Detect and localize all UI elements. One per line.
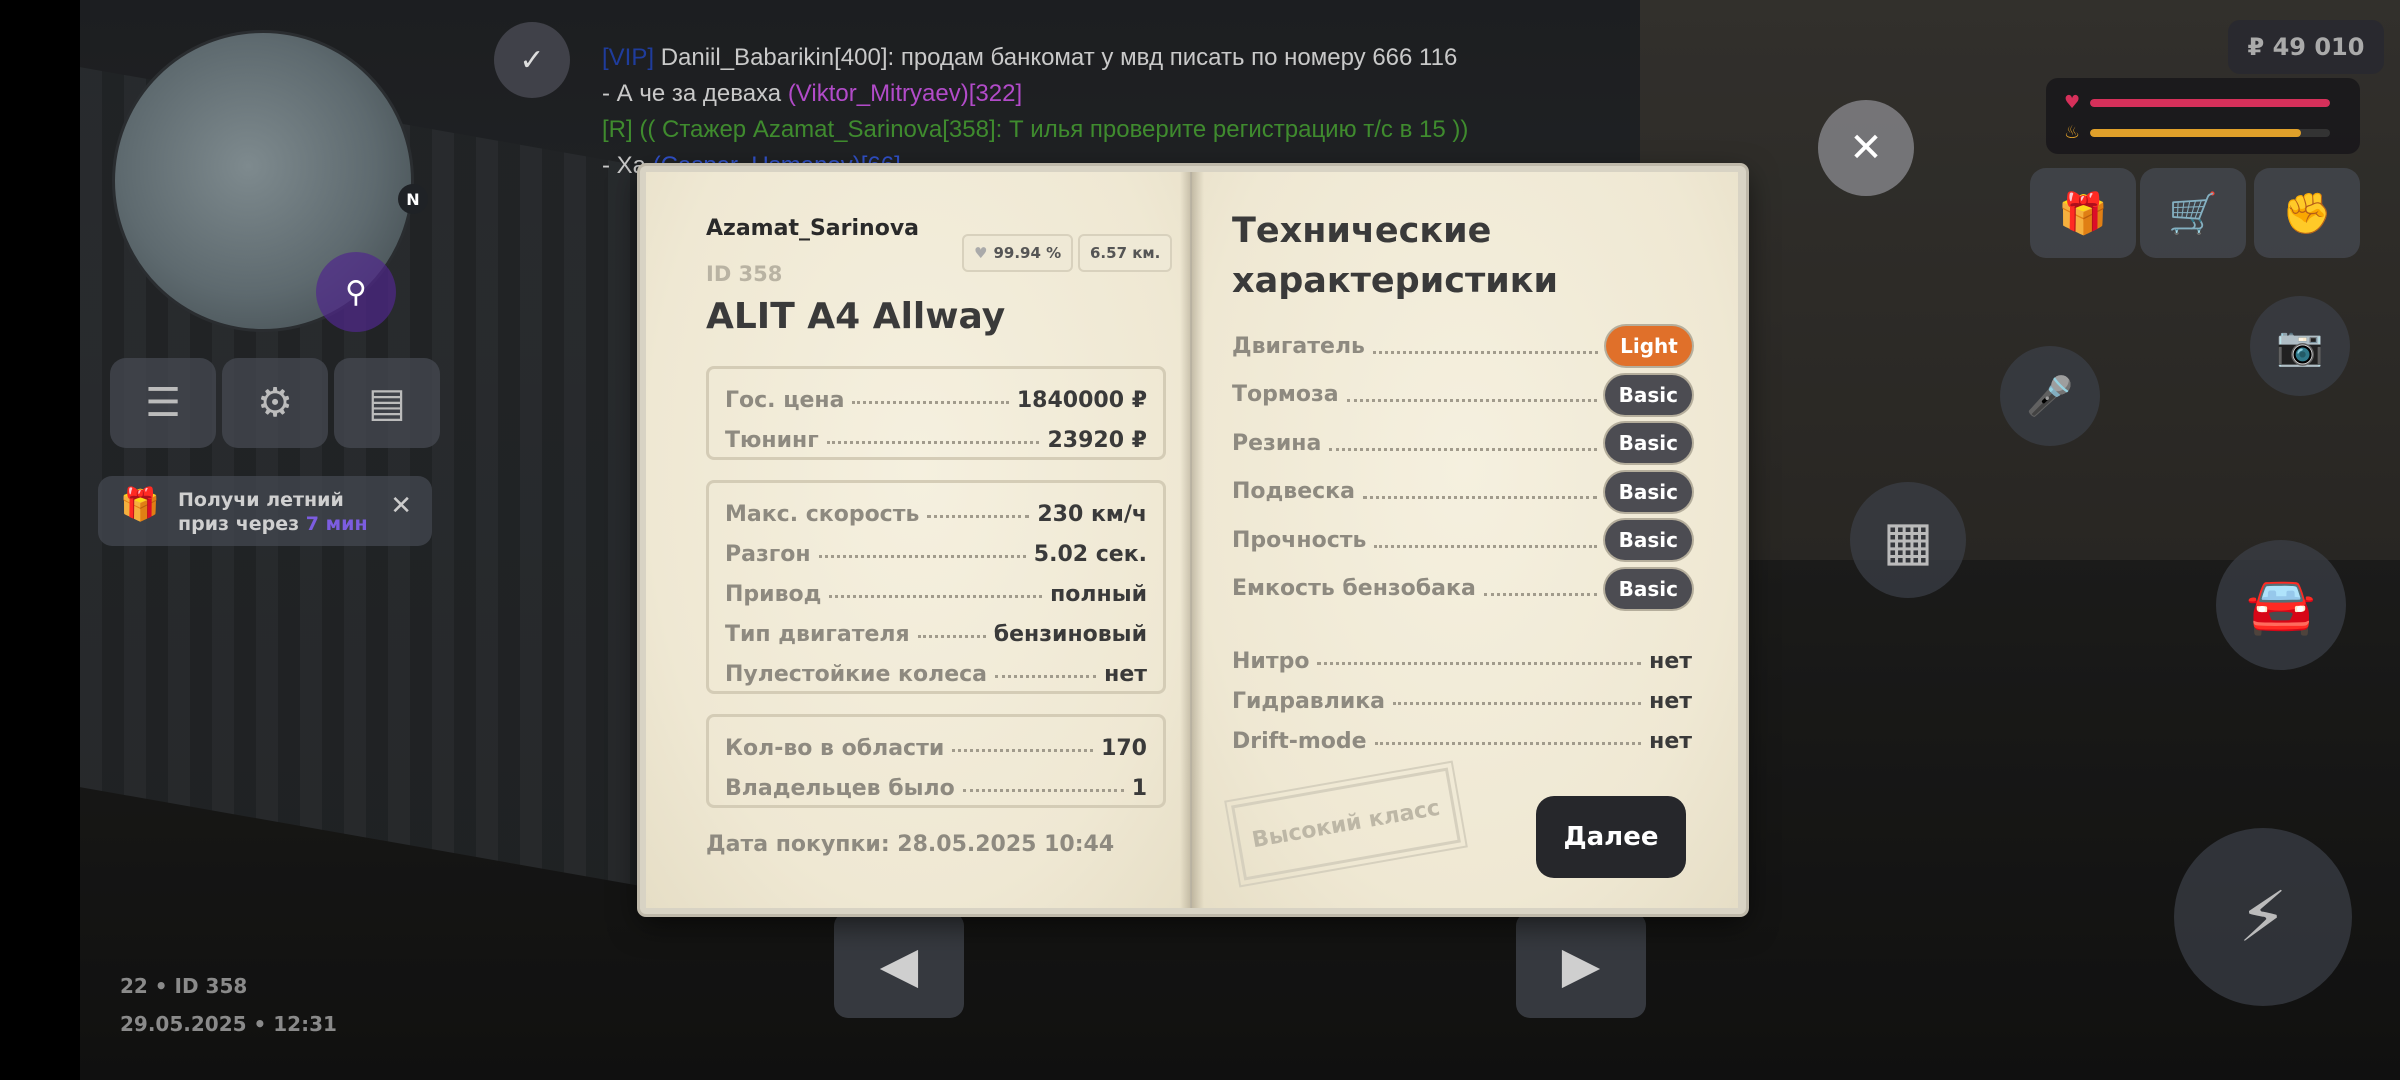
microphone-button[interactable]: 🎤	[2000, 346, 2100, 446]
passport-left-page: Azamat_Sarinova ID 358 ♥ 99.94 % 6.57 км…	[646, 172, 1190, 908]
settings-button[interactable]: ⚙	[222, 358, 328, 448]
engine-icon: ⚡	[2238, 876, 2288, 958]
tier-badge: Basic	[1604, 568, 1692, 609]
next-button[interactable]: Далее	[1536, 796, 1686, 878]
upgrade-list: Двигатель Light Тормоза Basic Резина Basic …	[1232, 322, 1692, 613]
check-icon: ✓	[519, 42, 545, 78]
datetime-label: 29.05.2025 • 12:31	[120, 1012, 337, 1036]
chat-line: [VIP] Daniil_Babarikin[400]: продам банк…	[602, 44, 1458, 71]
car-button[interactable]: 🚘	[2216, 540, 2346, 670]
fist-button[interactable]: ✊	[2254, 168, 2360, 258]
heart-icon: ♥	[974, 244, 988, 262]
owner-id: ID 358	[706, 262, 783, 286]
close-button[interactable]: ✕	[1818, 100, 1914, 196]
apps-button[interactable]: ▦	[1850, 482, 1966, 598]
extras-list: Нитро нет Гидравлика нет Drift-mode нет	[1232, 634, 1692, 754]
turn-right-button[interactable]: ▶	[1516, 912, 1646, 1018]
mileage-chip: 6.57 км.	[1078, 234, 1173, 272]
tier-badge: Basic	[1604, 374, 1692, 415]
gift-icon: 🎁	[2058, 190, 2108, 237]
condition-chip: ♥ 99.94 %	[962, 234, 1074, 272]
tier-badge: Basic	[1604, 423, 1692, 464]
extra-row: Нитро нет	[1232, 649, 1692, 674]
info-row: Владельцев было 1	[725, 776, 1147, 801]
chat-log: [VIP] Daniil_Babarikin[400]: продам банк…	[602, 40, 1602, 184]
tasks-button[interactable]: ▤	[334, 358, 440, 448]
menu-button[interactable]: ☰	[110, 358, 216, 448]
food-icon: ♨	[2064, 122, 2081, 143]
info-row: Макс. скорость 230 км/ч	[725, 502, 1147, 527]
tier-badge: Light	[1606, 326, 1692, 367]
gear-icon: ⚙	[257, 380, 293, 426]
car-icon: 🚘	[2246, 573, 2316, 638]
spec-row: Резина Basic	[1232, 419, 1692, 468]
grid-icon: ▦	[1882, 508, 1934, 572]
fist-icon: ✊	[2282, 190, 2332, 237]
spec-row: Двигатель Light	[1232, 322, 1692, 371]
hunger-bar	[2090, 128, 2302, 137]
camera-icon: 📷	[2276, 323, 2324, 368]
info-row: Тюнинг 23920 ₽	[725, 428, 1147, 453]
extra-row: Drift-mode нет	[1232, 729, 1692, 754]
heart-icon: ♥	[2064, 92, 2081, 113]
player-id-label: 22 • ID 358	[120, 974, 248, 998]
money-display: ₽ 49 010	[2228, 20, 2384, 74]
microphone-icon: 🎤	[2026, 373, 2074, 418]
info-row: Кол-во в области 170	[725, 736, 1147, 761]
shop-button[interactable]: 🛒	[2140, 168, 2246, 258]
ownership-box: Кол-во в области 170 Владельцев было 1	[706, 714, 1166, 808]
performance-box: Макс. скорость 230 км/ч Разгон 5.02 сек. П…	[706, 480, 1166, 694]
spec-row: Прочность Basic	[1232, 516, 1692, 565]
chat-line: - А че за деваха (Viktor_Mitryaev)[322]	[602, 80, 1023, 107]
map-pin-icon[interactable]: ⚲	[316, 252, 396, 332]
summer-prize-banner[interactable]: 🎁 Получи летний приз через 7 мин ✕	[98, 476, 432, 546]
price-box: Гос. цена 1840000 ₽ Тюнинг 23920 ₽	[706, 366, 1166, 460]
car-model: ALIT A4 Allway	[706, 296, 1006, 337]
engine-button[interactable]: ⚡	[2174, 828, 2352, 1006]
purchase-date: Дата покупки: 28.05.2025 10:44	[706, 832, 1115, 857]
owner-name: Azamat_Sarinova	[706, 216, 920, 241]
gift-button[interactable]: 🎁	[2030, 168, 2136, 258]
cart-icon: 🛒	[2168, 190, 2218, 237]
tier-badge: Basic	[1604, 520, 1692, 561]
info-row: Пулестойкие колеса нет	[725, 662, 1147, 687]
camera-button[interactable]: 📷	[2250, 296, 2350, 396]
tier-badge: Basic	[1604, 471, 1692, 512]
gift-icon: 🎁	[120, 485, 160, 523]
chat-toggle-button[interactable]: ✓	[494, 22, 570, 98]
close-icon[interactable]: ✕	[390, 493, 412, 519]
menu-icon: ☰	[145, 380, 181, 426]
info-row: Гос. цена 1840000 ₽	[725, 388, 1147, 413]
arrow-left-icon: ◀	[879, 936, 919, 994]
chat-line: [R] (( Стажер Azamat_Sarinova[358]: Т ил…	[602, 116, 1469, 143]
health-bar	[2090, 98, 2331, 107]
info-row: Тип двигателя бензиновый	[725, 622, 1147, 647]
status-bars: ♥ ♨	[2046, 78, 2360, 154]
extra-row: Гидравлика нет	[1232, 689, 1692, 714]
clipboard-icon: ▤	[368, 380, 406, 426]
minimap-north-indicator: N	[398, 184, 428, 214]
close-icon: ✕	[1849, 125, 1883, 171]
spec-row: Тормоза Basic	[1232, 371, 1692, 420]
info-row: Разгон 5.02 сек.	[725, 542, 1147, 567]
spec-row: Емкость бензобака Basic	[1232, 565, 1692, 614]
arrow-right-icon: ▶	[1561, 936, 1601, 994]
tech-specs-title: Технические характеристики	[1232, 211, 1559, 301]
info-row: Привод полный	[725, 582, 1147, 607]
turn-left-button[interactable]: ◀	[834, 912, 964, 1018]
spec-row: Подвеска Basic	[1232, 468, 1692, 517]
